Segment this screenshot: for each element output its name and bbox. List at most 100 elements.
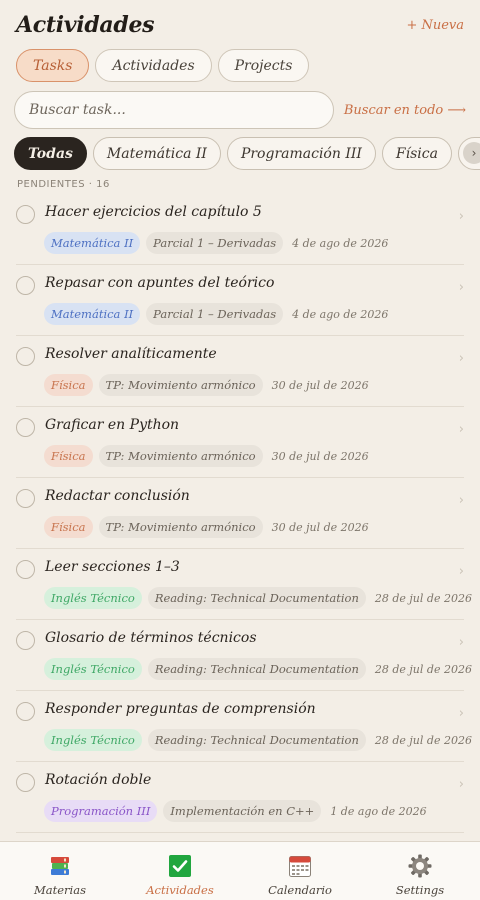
task-date: 28 de jul de 2026 [374, 662, 472, 676]
task-checkbox[interactable] [16, 347, 35, 366]
task-meta: Programación III Implementación en C++ 1… [44, 800, 427, 822]
nav-calendario[interactable]: Calendario [240, 842, 360, 900]
task-meta: Inglés Técnico Reading: Technical Docume… [44, 587, 472, 609]
chevron-right-icon: › [458, 280, 464, 295]
task-title: Rotación doble [45, 772, 152, 788]
nav-settings[interactable]: Settings [360, 842, 480, 900]
task-checkbox[interactable] [16, 276, 35, 295]
task-date: 30 de jul de 2026 [271, 520, 369, 534]
subject-tag: Programación III [44, 800, 158, 822]
filter-chip-matematica[interactable]: Matemática II [92, 137, 221, 170]
task-checkbox[interactable] [16, 560, 35, 579]
nav-materias[interactable]: Materias [0, 842, 120, 900]
task-meta: Física TP: Movimiento armónico 30 de jul… [44, 374, 369, 396]
nav-label: Materias [34, 883, 86, 897]
task-date: 30 de jul de 2026 [271, 378, 369, 392]
chevron-right-icon: › [458, 635, 464, 650]
task-meta: Inglés Técnico Reading: Technical Docume… [44, 658, 472, 680]
chevron-right-icon: › [458, 493, 464, 508]
task-row[interactable]: Graficar en Python Física TP: Movimiento… [16, 407, 464, 478]
subject-tag: Física [44, 374, 93, 396]
context-tag: TP: Movimiento armónico [98, 516, 263, 538]
task-title: Repasar con apuntes del teórico [45, 275, 275, 291]
segment-tasks[interactable]: Tasks [16, 49, 90, 82]
subject-tag: Matemática II [44, 303, 141, 325]
filter-chip-programacion[interactable]: Programación III [226, 137, 376, 170]
subject-tag: Matemática II [44, 232, 141, 254]
task-row[interactable]: Leer secciones 1–3 Inglés Técnico Readin… [16, 549, 472, 620]
search-input[interactable] [14, 91, 334, 129]
task-title: Redactar conclusión [45, 488, 190, 504]
filter-chip-fisica[interactable]: Física [381, 137, 452, 170]
task-title: Leer secciones 1–3 [45, 559, 180, 575]
nav-label: Settings [395, 883, 445, 897]
subject-tag: Física [44, 445, 93, 467]
chevron-right-icon: › [458, 564, 464, 579]
task-checkbox[interactable] [16, 489, 35, 508]
task-row[interactable]: Redactar conclusión Física TP: Movimient… [16, 478, 464, 549]
context-tag: Implementación en C++ [163, 800, 322, 822]
chevron-right-icon[interactable]: › [463, 142, 480, 164]
task-row[interactable]: Rotación doble Programación III Implemen… [16, 762, 464, 833]
task-date: 30 de jul de 2026 [271, 449, 369, 463]
task-checkbox[interactable] [16, 205, 35, 224]
calendar-icon [288, 854, 312, 878]
subject-tag: Inglés Técnico [44, 658, 142, 680]
task-title: Glosario de términos técnicos [45, 630, 257, 646]
task-row[interactable]: Repasar con apuntes del teórico Matemáti… [16, 265, 464, 336]
subject-filter-bar: Todas Matemática II Programación III Fís… [14, 137, 480, 171]
task-title: Graficar en Python [45, 417, 180, 433]
task-row[interactable]: Resolver analíticamente Física TP: Movim… [16, 336, 464, 407]
task-title: Hacer ejercicios del capítulo 5 [45, 204, 262, 220]
search-row: Buscar en todo ⟶ [14, 90, 466, 130]
context-tag: Reading: Technical Documentation [147, 658, 366, 680]
task-date: 4 de ago de 2026 [292, 236, 389, 250]
task-date: 28 de jul de 2026 [374, 733, 472, 747]
gear-icon [408, 854, 432, 878]
chevron-right-icon: › [458, 422, 464, 437]
nav-label: Calendario [268, 883, 332, 897]
context-tag: Parcial 1 – Derivadas [146, 232, 284, 254]
task-row[interactable]: Glosario de términos técnicos Inglés Téc… [16, 620, 472, 691]
chevron-right-icon: › [458, 777, 464, 792]
filter-chip-todas[interactable]: Todas [14, 137, 87, 170]
task-meta: Física TP: Movimiento armónico 30 de jul… [44, 516, 369, 538]
subject-tag: Inglés Técnico [44, 729, 142, 751]
task-title: Resolver analíticamente [45, 346, 217, 362]
context-tag: TP: Movimiento armónico [98, 374, 263, 396]
task-checkbox[interactable] [16, 418, 35, 437]
task-checkbox[interactable] [16, 631, 35, 650]
nav-actividades[interactable]: Actividades [120, 842, 240, 900]
task-meta: Inglés Técnico Reading: Technical Docume… [44, 729, 472, 751]
search-all-button[interactable]: Buscar en todo ⟶ [344, 103, 466, 118]
context-tag: TP: Movimiento armónico [98, 445, 263, 467]
books-icon [48, 854, 72, 878]
app-header: Actividades + Nueva [16, 10, 464, 40]
section-label-pendientes: PENDIENTES · 16 [17, 179, 110, 190]
filter-chip-track: Todas Matemática II Programación III Fís… [14, 137, 480, 170]
task-title: Responder preguntas de comprensión [45, 701, 316, 717]
nav-label: Actividades [146, 883, 214, 897]
bottom-nav: Materias Actividades Calendario Settings [0, 841, 480, 900]
chevron-right-icon: › [458, 706, 464, 721]
task-row[interactable]: Responder preguntas de comprensión Inglé… [16, 691, 472, 762]
task-checkbox[interactable] [16, 773, 35, 792]
chevron-right-icon: › [458, 209, 464, 224]
task-list: Hacer ejercicios del capítulo 5 Matemáti… [16, 194, 472, 833]
context-tag: Reading: Technical Documentation [147, 587, 366, 609]
context-tag: Reading: Technical Documentation [147, 729, 366, 751]
page-title: Actividades [16, 12, 155, 38]
task-date: 28 de jul de 2026 [374, 591, 472, 605]
chevron-right-icon: › [458, 351, 464, 366]
segment-projects[interactable]: Projects [217, 49, 310, 82]
task-row[interactable]: Hacer ejercicios del capítulo 5 Matemáti… [16, 194, 464, 265]
segment-actividades[interactable]: Actividades [95, 49, 212, 82]
checkbox-icon [168, 854, 192, 878]
subject-tag: Inglés Técnico [44, 587, 142, 609]
task-meta: Matemática II Parcial 1 – Derivadas 4 de… [44, 303, 388, 325]
view-segmented-control: Tasks Actividades Projects [16, 49, 310, 82]
task-checkbox[interactable] [16, 702, 35, 721]
new-activity-button[interactable]: + Nueva [406, 18, 464, 33]
subject-tag: Física [44, 516, 93, 538]
task-date: 4 de ago de 2026 [292, 307, 389, 321]
